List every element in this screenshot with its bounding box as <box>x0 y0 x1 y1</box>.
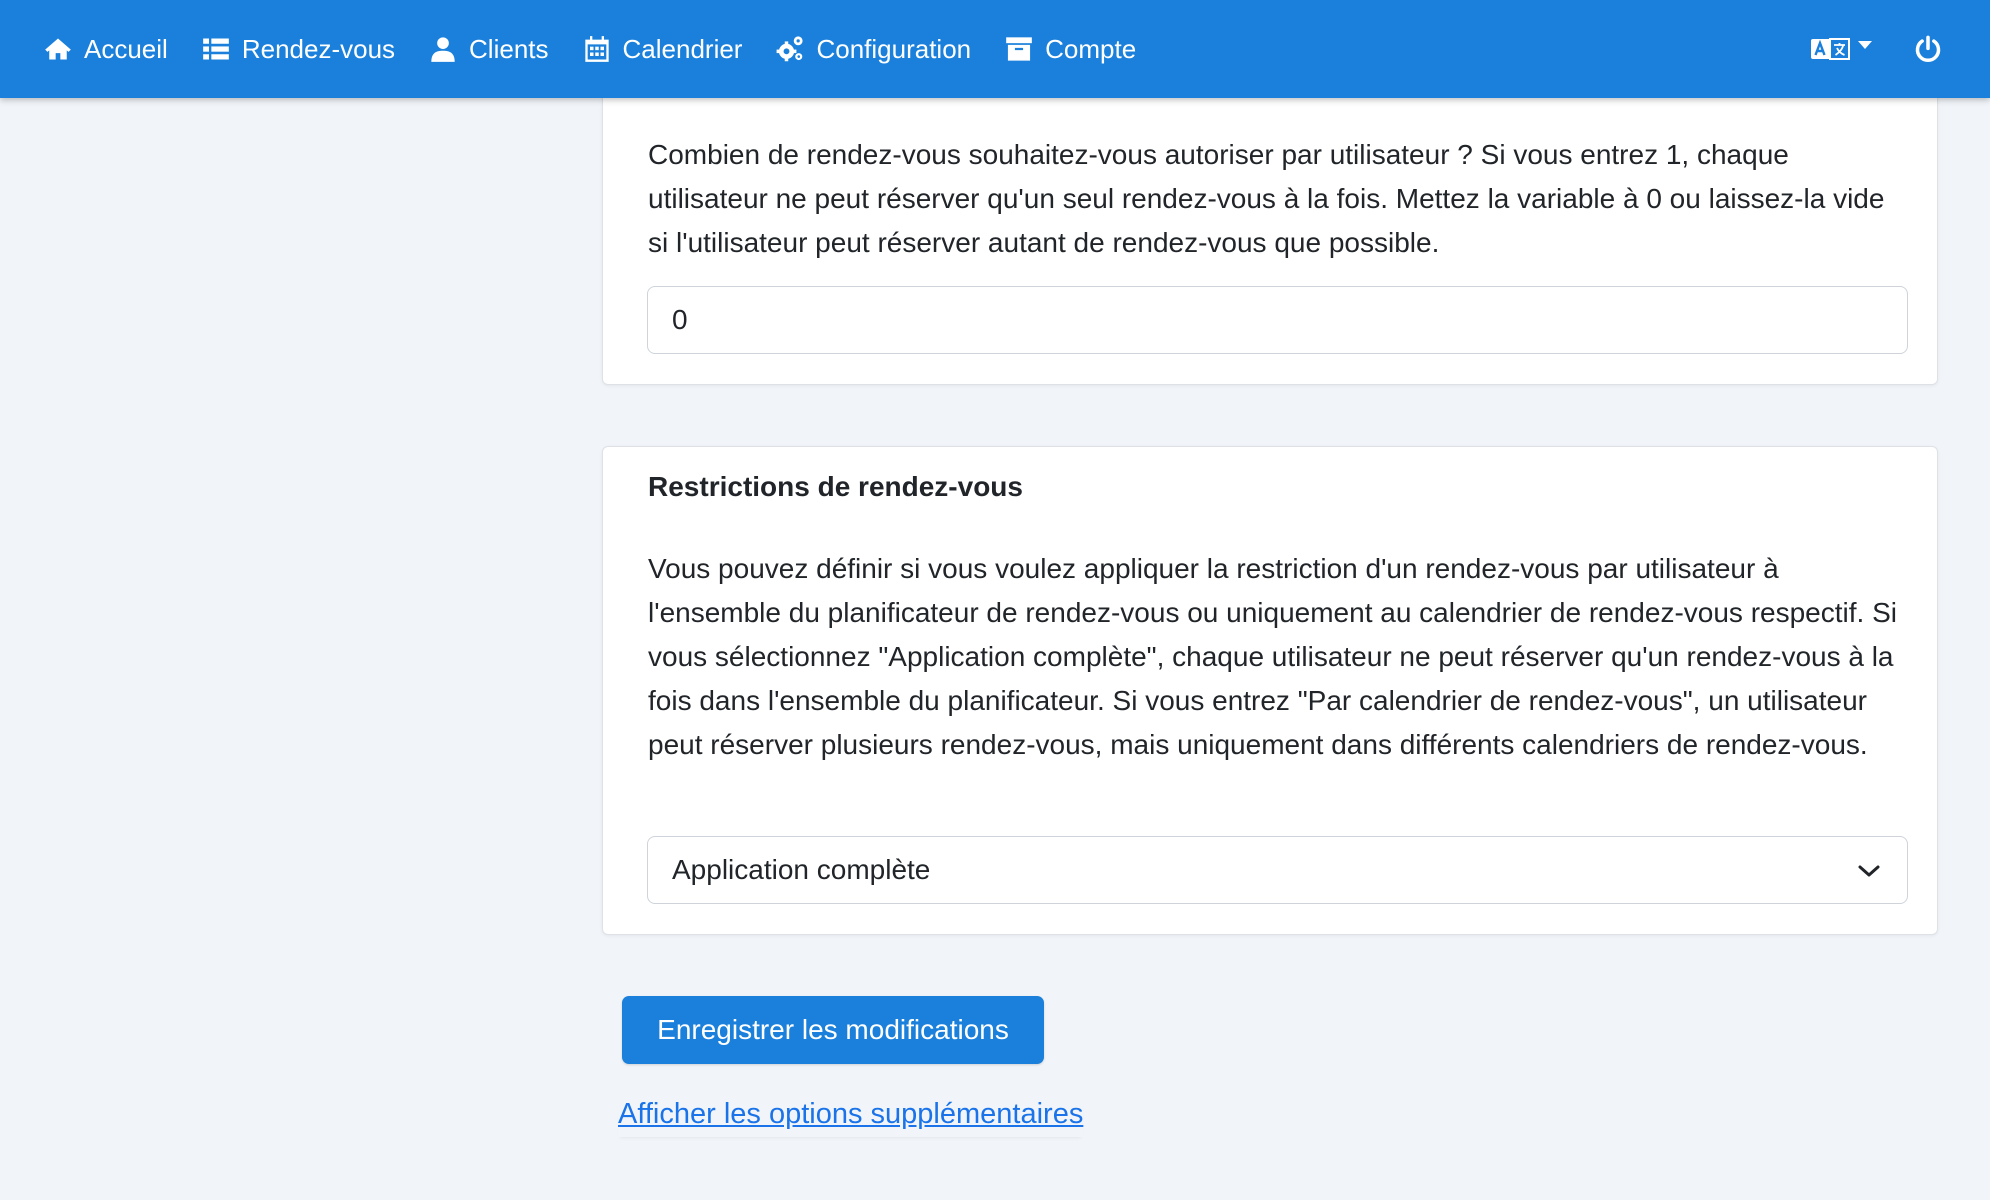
archive-icon <box>1006 37 1032 61</box>
max-appointments-card: Combien de rendez-vous souhaitez-vous au… <box>602 60 1938 385</box>
calendar-icon <box>584 36 609 62</box>
chevron-down-icon <box>1858 865 1880 877</box>
nav-menu: Accueil Rendez-vous Clients Calendrier C… <box>0 34 1170 65</box>
max-appointments-input[interactable]: 0 <box>647 286 1908 354</box>
list-icon <box>202 38 229 60</box>
nav-item-accueil[interactable]: Accueil <box>44 34 168 65</box>
nav-item-compte[interactable]: Compte <box>1005 34 1136 65</box>
cogs-icon <box>777 36 804 62</box>
language-icon <box>1811 38 1850 60</box>
max-appointments-description: Combien de rendez-vous souhaitez-vous au… <box>648 139 1885 258</box>
restrictions-description: Vous pouvez définir si vous voulez appli… <box>648 553 1897 760</box>
home-icon <box>45 38 71 60</box>
user-icon <box>431 37 455 62</box>
nav-item-configuration[interactable]: Configuration <box>776 34 971 65</box>
nav-item-rendez-vous[interactable]: Rendez-vous <box>202 34 395 65</box>
restrictions-selected-value: Application complète <box>672 854 931 885</box>
language-dropdown[interactable] <box>1810 36 1872 62</box>
nav-item-label: Rendez-vous <box>241 33 396 64</box>
nav-item-label: Calendrier <box>622 33 743 64</box>
save-changes-button[interactable]: Enregistrer les modifications <box>622 996 1044 1064</box>
nav-item-clients[interactable]: Clients <box>429 33 549 65</box>
nav-item-label: Configuration <box>816 33 972 64</box>
top-navbar: Accueil Rendez-vous Clients Calendrier C… <box>0 0 1990 98</box>
nav-item-label: Accueil <box>84 33 168 64</box>
restrictions-select[interactable]: Application complète <box>647 836 1908 904</box>
chevron-down-icon <box>1858 41 1872 49</box>
nav-item-label: Clients <box>469 33 549 64</box>
power-icon <box>1915 35 1941 63</box>
logout-button[interactable] <box>1914 35 1942 63</box>
nav-right-controls <box>1810 35 1990 63</box>
show-more-options-link[interactable]: Afficher les options supplémentaires <box>618 1098 1083 1137</box>
restrictions-title: Restrictions de rendez-vous <box>648 471 1023 502</box>
appointment-restrictions-card: Restrictions de rendez-vous Vous pouvez … <box>602 446 1938 935</box>
nav-item-label: Compte <box>1045 33 1137 64</box>
nav-item-calendrier[interactable]: Calendrier <box>583 33 743 65</box>
